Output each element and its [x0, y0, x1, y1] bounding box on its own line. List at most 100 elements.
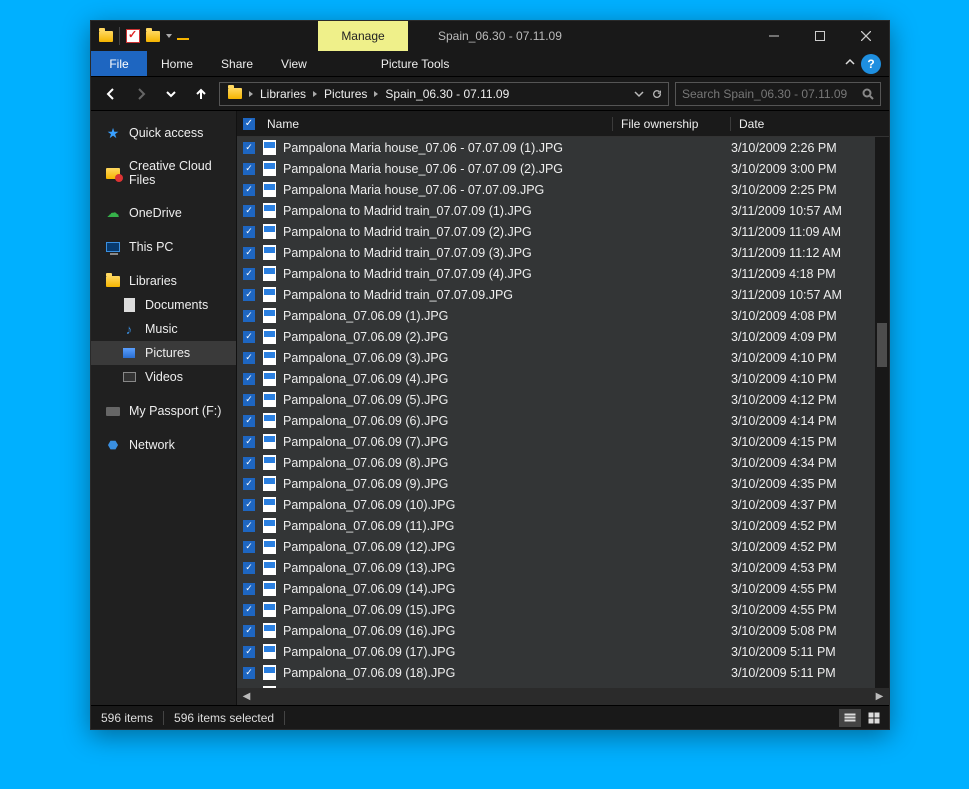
- minimize-button[interactable]: [751, 21, 797, 51]
- row-checkbox[interactable]: ✓: [243, 352, 255, 364]
- file-row[interactable]: ✓Pampalona_07.06.09 (7).JPG3/10/2009 4:1…: [237, 431, 889, 452]
- recent-locations-button[interactable]: [159, 82, 183, 106]
- maximize-button[interactable]: [797, 21, 843, 51]
- row-checkbox[interactable]: ✓: [243, 247, 255, 259]
- row-checkbox[interactable]: ✓: [243, 478, 255, 490]
- file-row[interactable]: ✓Pampalona Maria house_07.06 - 07.07.09 …: [237, 158, 889, 179]
- properties-icon[interactable]: [124, 27, 142, 45]
- qat-overflow-icon[interactable]: [174, 27, 192, 45]
- refresh-icon[interactable]: [652, 89, 662, 99]
- navigation-pane[interactable]: ★Quick access Creative Cloud Files ☁OneD…: [91, 111, 237, 705]
- file-row[interactable]: ✓Pampalona_07.06.09 (1).JPG3/10/2009 4:0…: [237, 305, 889, 326]
- row-checkbox[interactable]: ✓: [243, 163, 255, 175]
- forward-button[interactable]: [129, 82, 153, 106]
- sidebar-item-my-passport[interactable]: My Passport (F:): [91, 399, 236, 423]
- scroll-right-icon[interactable]: ▶: [872, 689, 887, 704]
- sidebar-item-network[interactable]: ⬣Network: [91, 433, 236, 457]
- search-input[interactable]: [682, 87, 862, 101]
- row-checkbox[interactable]: ✓: [243, 268, 255, 280]
- search-box[interactable]: [675, 82, 881, 106]
- file-row[interactable]: ✓Pampalona to Madrid train_07.07.09 (1).…: [237, 200, 889, 221]
- row-checkbox[interactable]: ✓: [243, 541, 255, 553]
- row-checkbox[interactable]: ✓: [243, 289, 255, 301]
- file-row[interactable]: ✓Pampalona_07.06.09 (10).JPG3/10/2009 4:…: [237, 494, 889, 515]
- close-button[interactable]: [843, 21, 889, 51]
- row-checkbox[interactable]: ✓: [243, 583, 255, 595]
- file-row[interactable]: ✓Pampalona Maria house_07.06 - 07.07.09.…: [237, 179, 889, 200]
- file-row[interactable]: ✓Pampalona_07.06.09 (15).JPG3/10/2009 4:…: [237, 599, 889, 620]
- sidebar-item-documents[interactable]: Documents: [91, 293, 236, 317]
- row-checkbox[interactable]: ✓: [243, 142, 255, 154]
- tab-home[interactable]: Home: [147, 51, 207, 76]
- sidebar-item-libraries[interactable]: Libraries: [91, 269, 236, 293]
- ribbon-collapse-icon[interactable]: [845, 57, 855, 76]
- breadcrumb-current[interactable]: Spain_06.30 - 07.11.09: [381, 87, 513, 101]
- scrollbar-thumb[interactable]: [877, 323, 887, 367]
- row-checkbox[interactable]: ✓: [243, 415, 255, 427]
- file-row[interactable]: ✓Pampalona_07.06.09 (4).JPG3/10/2009 4:1…: [237, 368, 889, 389]
- row-checkbox[interactable]: ✓: [243, 436, 255, 448]
- sidebar-item-onedrive[interactable]: ☁OneDrive: [91, 201, 236, 225]
- file-row[interactable]: ✓Pampalona to Madrid train_07.07.09 (4).…: [237, 263, 889, 284]
- file-row[interactable]: ✓Pampalona_07.06.09 (17).JPG3/10/2009 5:…: [237, 641, 889, 662]
- chevron-right-icon[interactable]: [374, 91, 378, 97]
- file-row[interactable]: ✓Pampalona_07.06.09 (9).JPG3/10/2009 4:3…: [237, 473, 889, 494]
- file-row[interactable]: ✓Pampalona_07.06.09 (13).JPG3/10/2009 4:…: [237, 557, 889, 578]
- back-button[interactable]: [99, 82, 123, 106]
- row-checkbox[interactable]: ✓: [243, 373, 255, 385]
- new-folder-icon[interactable]: [144, 27, 162, 45]
- qat-dropdown-icon[interactable]: [166, 34, 172, 38]
- column-header-name[interactable]: Name: [261, 117, 613, 131]
- file-list[interactable]: ✓Pampalona Maria house_07.06 - 07.07.09 …: [237, 137, 889, 688]
- horizontal-scrollbar[interactable]: ◀ ▶: [237, 688, 889, 705]
- sidebar-item-music[interactable]: ♪Music: [91, 317, 236, 341]
- file-row[interactable]: ✓Pampalona_07.06.09 (11).JPG3/10/2009 4:…: [237, 515, 889, 536]
- column-header-ownership[interactable]: File ownership: [613, 117, 731, 131]
- row-checkbox[interactable]: ✓: [243, 310, 255, 322]
- row-checkbox[interactable]: ✓: [243, 604, 255, 616]
- column-header-checkbox[interactable]: ✓: [237, 118, 261, 130]
- address-bar[interactable]: Libraries Pictures Spain_06.30 - 07.11.0…: [219, 82, 669, 106]
- file-row[interactable]: ✓Pampalona_07.06.09 (3).JPG3/10/2009 4:1…: [237, 347, 889, 368]
- row-checkbox[interactable]: ✓: [243, 625, 255, 637]
- sidebar-item-this-pc[interactable]: This PC: [91, 235, 236, 259]
- file-row[interactable]: ✓Pampalona to Madrid train_07.07.09.JPG3…: [237, 284, 889, 305]
- tab-picture-tools[interactable]: Picture Tools: [367, 51, 463, 76]
- row-checkbox[interactable]: ✓: [243, 331, 255, 343]
- tab-view[interactable]: View: [267, 51, 321, 76]
- sidebar-item-pictures[interactable]: Pictures: [91, 341, 236, 365]
- column-header-date[interactable]: Date: [731, 117, 875, 131]
- vertical-scrollbar[interactable]: [875, 137, 889, 688]
- row-checkbox[interactable]: ✓: [243, 562, 255, 574]
- file-row[interactable]: ✓Pampalona_07.06.09 (19).JPG3/10/2009 5:…: [237, 683, 889, 688]
- sidebar-item-quick-access[interactable]: ★Quick access: [91, 121, 236, 145]
- row-checkbox[interactable]: ✓: [243, 457, 255, 469]
- row-checkbox[interactable]: ✓: [243, 226, 255, 238]
- file-row[interactable]: ✓Pampalona_07.06.09 (2).JPG3/10/2009 4:0…: [237, 326, 889, 347]
- tab-file[interactable]: File: [91, 51, 147, 76]
- file-row[interactable]: ✓Pampalona to Madrid train_07.07.09 (3).…: [237, 242, 889, 263]
- up-button[interactable]: [189, 82, 213, 106]
- row-checkbox[interactable]: ✓: [243, 688, 255, 689]
- address-dropdown-icon[interactable]: [634, 89, 644, 99]
- file-row[interactable]: ✓Pampalona_07.06.09 (14).JPG3/10/2009 4:…: [237, 578, 889, 599]
- sidebar-item-videos[interactable]: Videos: [91, 365, 236, 389]
- contextual-tab-manage[interactable]: Manage: [318, 21, 408, 51]
- breadcrumb-libraries[interactable]: Libraries: [256, 87, 310, 101]
- row-checkbox[interactable]: ✓: [243, 520, 255, 532]
- chevron-right-icon[interactable]: [313, 91, 317, 97]
- thumbnails-view-button[interactable]: [863, 709, 885, 727]
- help-button[interactable]: ?: [861, 54, 881, 74]
- tab-share[interactable]: Share: [207, 51, 267, 76]
- details-view-button[interactable]: [839, 709, 861, 727]
- file-row[interactable]: ✓Pampalona_07.06.09 (8).JPG3/10/2009 4:3…: [237, 452, 889, 473]
- row-checkbox[interactable]: ✓: [243, 667, 255, 679]
- file-row[interactable]: ✓Pampalona to Madrid train_07.07.09 (2).…: [237, 221, 889, 242]
- file-row[interactable]: ✓Pampalona_07.06.09 (12).JPG3/10/2009 4:…: [237, 536, 889, 557]
- row-checkbox[interactable]: ✓: [243, 184, 255, 196]
- file-row[interactable]: ✓Pampalona_07.06.09 (16).JPG3/10/2009 5:…: [237, 620, 889, 641]
- row-checkbox[interactable]: ✓: [243, 646, 255, 658]
- file-row[interactable]: ✓Pampalona_07.06.09 (18).JPG3/10/2009 5:…: [237, 662, 889, 683]
- folder-icon[interactable]: [97, 27, 115, 45]
- breadcrumb-pictures[interactable]: Pictures: [320, 87, 371, 101]
